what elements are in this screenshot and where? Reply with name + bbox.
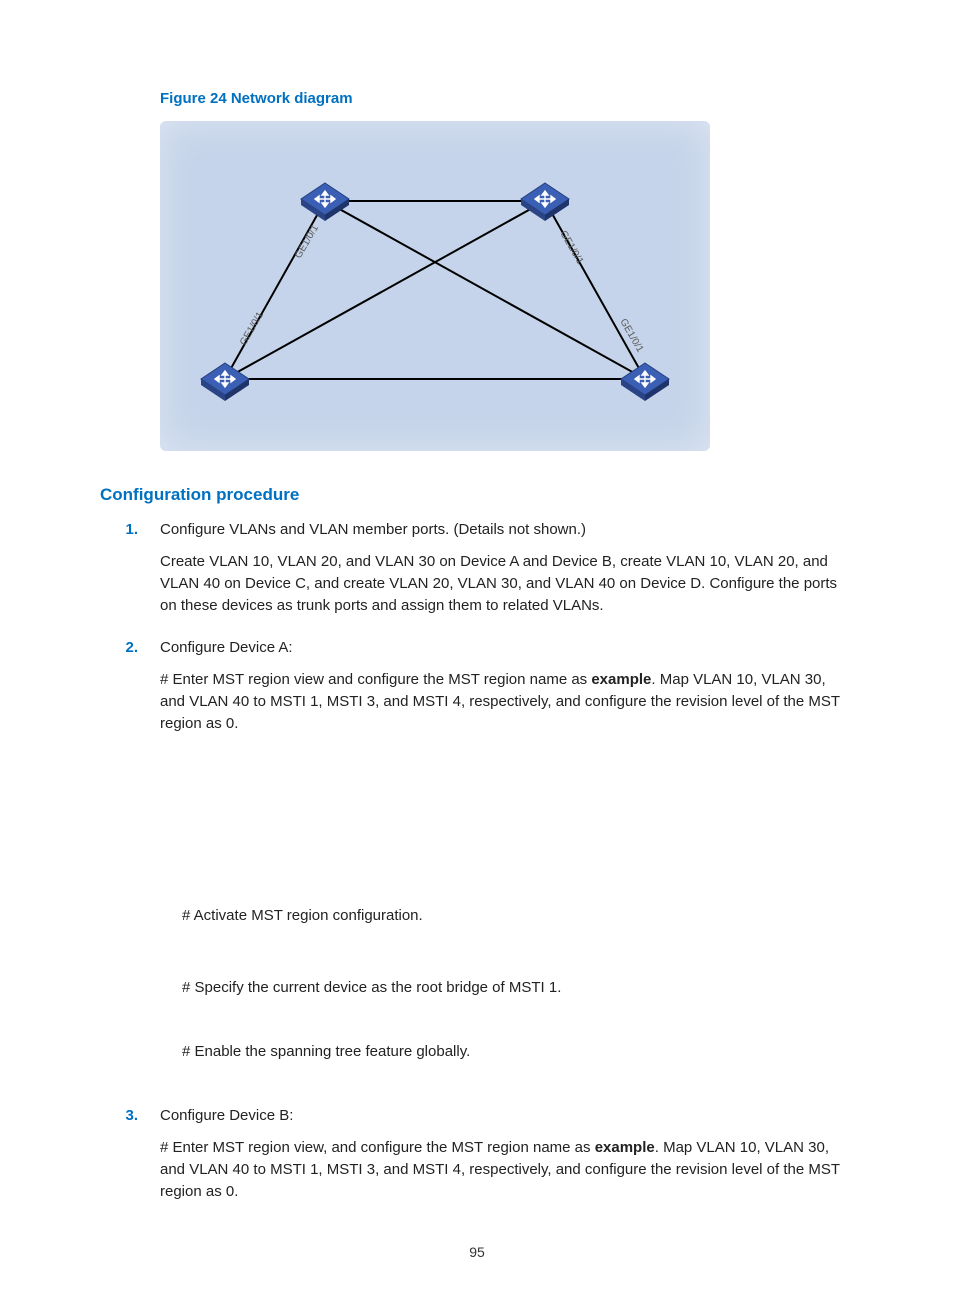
- switch-icon: [301, 183, 349, 221]
- steps-list: 1. Configure VLANs and VLAN member ports…: [100, 519, 854, 745]
- step-number: 3.: [100, 1105, 160, 1127]
- steps-list-continued: 3. Configure Device B: # Enter MST regio…: [100, 1105, 854, 1213]
- page-number: 95: [0, 1244, 954, 1260]
- step-2-extra-2: # Specify the current device as the root…: [182, 977, 854, 999]
- step-title: Configure VLANs and VLAN member ports. (…: [160, 519, 854, 541]
- step-body: Configure VLANs and VLAN member ports. (…: [160, 519, 854, 627]
- step-number: 1.: [100, 519, 160, 541]
- switch-icon: [521, 183, 569, 221]
- step-paragraph: Create VLAN 10, VLAN 20, and VLAN 30 on …: [160, 551, 854, 617]
- step-paragraph: # Enter MST region view and configure th…: [160, 669, 854, 735]
- step-title: Configure Device B:: [160, 1105, 854, 1127]
- network-diagram: GE1/0/1 GE1/0/1 GE1/0/1 GE1/0/1: [160, 121, 710, 451]
- figure-caption: Figure 24 Network diagram: [160, 90, 854, 107]
- section-heading-configuration: Configuration procedure: [100, 485, 854, 505]
- step-2-extra-3: # Enable the spanning tree feature globa…: [182, 1041, 854, 1063]
- port-label-top-right: GE1/0/1: [557, 229, 585, 267]
- page: Figure 24 Network diagram GE1/0/1 GE1/0/…: [0, 0, 954, 1296]
- step-2-extra-1: # Activate MST region configuration.: [182, 905, 854, 927]
- step-3: 3. Configure Device B: # Enter MST regio…: [100, 1105, 854, 1213]
- step-2: 2. Configure Device A: # Enter MST regio…: [100, 637, 854, 745]
- step-title: Configure Device A:: [160, 637, 854, 659]
- diagram-svg: GE1/0/1 GE1/0/1 GE1/0/1 GE1/0/1: [160, 121, 710, 451]
- port-label-top-left: GE1/0/1: [293, 223, 321, 261]
- step-number: 2.: [100, 637, 160, 659]
- port-label-bottom-left: GE1/0/1: [238, 310, 266, 348]
- step-1: 1. Configure VLANs and VLAN member ports…: [100, 519, 854, 627]
- step-body: Configure Device B: # Enter MST region v…: [160, 1105, 854, 1213]
- step-paragraph: # Enter MST region view, and configure t…: [160, 1137, 854, 1203]
- step-body: Configure Device A: # Enter MST region v…: [160, 637, 854, 745]
